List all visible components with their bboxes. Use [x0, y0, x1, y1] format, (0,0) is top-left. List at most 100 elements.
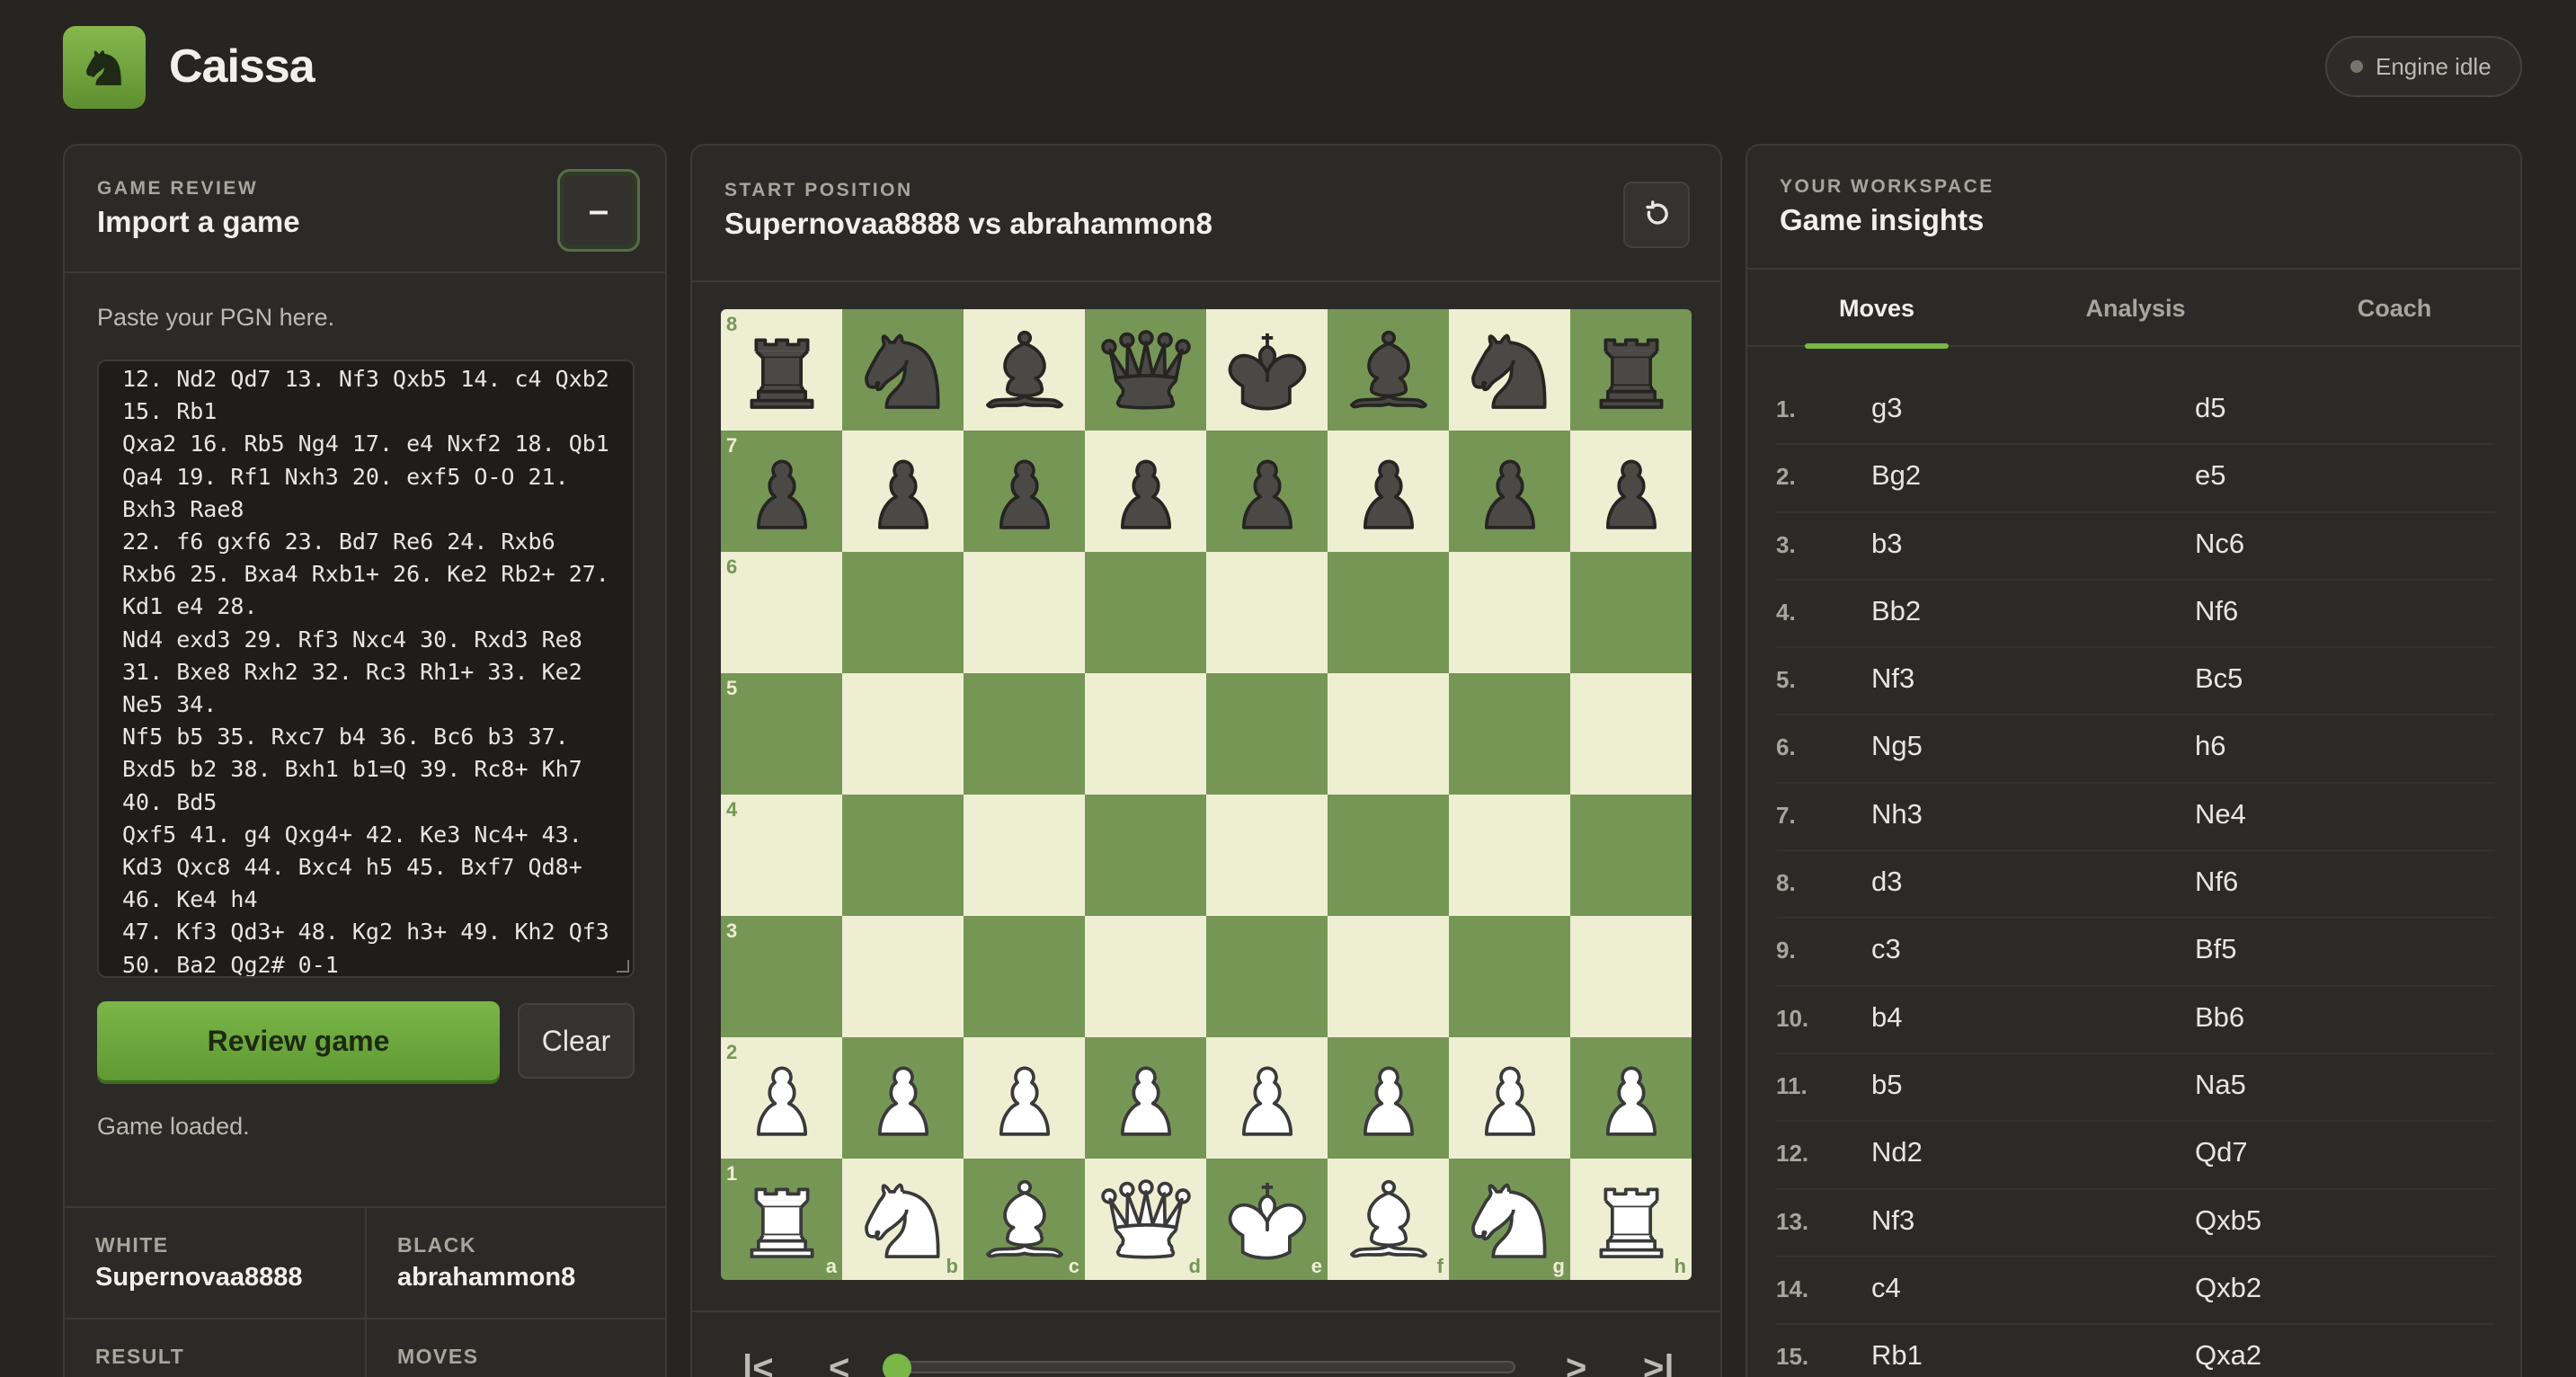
- black-move[interactable]: Qxa2: [2195, 1339, 2261, 1372]
- square-a4[interactable]: 4: [721, 795, 842, 916]
- resize-handle-icon[interactable]: [617, 960, 629, 973]
- white-move[interactable]: Nf3: [1871, 1204, 1914, 1237]
- black-move[interactable]: d5: [2195, 392, 2225, 424]
- square-c5[interactable]: [964, 673, 1085, 795]
- knight-logo-icon[interactable]: [63, 26, 146, 109]
- square-d4[interactable]: [1085, 795, 1206, 916]
- black-pawn-icon[interactable]: [732, 441, 832, 542]
- white-move[interactable]: c4: [1871, 1272, 1901, 1304]
- black-bishop-icon[interactable]: [1338, 320, 1439, 421]
- black-move[interactable]: Bc5: [2195, 662, 2243, 695]
- square-a7[interactable]: 7: [721, 431, 842, 552]
- square-f5[interactable]: [1328, 673, 1449, 795]
- white-pawn-icon[interactable]: [1460, 1048, 1560, 1149]
- square-a6[interactable]: 6: [721, 552, 842, 673]
- square-d1[interactable]: d: [1085, 1159, 1206, 1280]
- square-b1[interactable]: b: [842, 1159, 964, 1280]
- black-pawn-icon[interactable]: [853, 441, 954, 542]
- black-pawn-icon[interactable]: [1460, 441, 1560, 542]
- first-move-button[interactable]: |<: [742, 1348, 774, 1377]
- square-b2[interactable]: [842, 1037, 964, 1159]
- square-h1[interactable]: h: [1570, 1159, 1692, 1280]
- white-pawn-icon[interactable]: [1338, 1048, 1439, 1149]
- black-pawn-icon[interactable]: [974, 441, 1075, 542]
- tab-moves[interactable]: Moves: [1747, 270, 2006, 349]
- slider-thumb[interactable]: [883, 1354, 911, 1377]
- square-e2[interactable]: [1206, 1037, 1328, 1159]
- square-f6[interactable]: [1328, 552, 1449, 673]
- square-c3[interactable]: [964, 916, 1085, 1037]
- square-c8[interactable]: [964, 309, 1085, 431]
- square-e8[interactable]: [1206, 309, 1328, 431]
- square-b4[interactable]: [842, 795, 964, 916]
- square-f8[interactable]: [1328, 309, 1449, 431]
- white-bishop-icon[interactable]: [1338, 1169, 1439, 1270]
- black-king-icon[interactable]: [1217, 320, 1318, 421]
- black-move[interactable]: Nf6: [2195, 866, 2238, 898]
- black-pawn-icon[interactable]: [1581, 441, 1682, 542]
- white-move[interactable]: d3: [1871, 866, 1902, 898]
- square-a5[interactable]: 5: [721, 673, 842, 795]
- square-c1[interactable]: c: [964, 1159, 1085, 1280]
- black-move[interactable]: Ne4: [2195, 798, 2246, 831]
- square-d3[interactable]: [1085, 916, 1206, 1037]
- square-b8[interactable]: [842, 309, 964, 431]
- white-knight-icon[interactable]: [853, 1169, 954, 1270]
- black-pawn-icon[interactable]: [1217, 441, 1318, 542]
- square-h3[interactable]: [1570, 916, 1692, 1037]
- square-c4[interactable]: [964, 795, 1085, 916]
- black-move[interactable]: Nc6: [2195, 528, 2244, 560]
- square-a8[interactable]: 8: [721, 309, 842, 431]
- square-h2[interactable]: [1570, 1037, 1692, 1159]
- move-slider[interactable]: [883, 1354, 1515, 1377]
- white-move[interactable]: Bb2: [1871, 595, 1921, 627]
- square-f3[interactable]: [1328, 916, 1449, 1037]
- review-game-button[interactable]: Review game: [97, 1001, 500, 1080]
- square-e3[interactable]: [1206, 916, 1328, 1037]
- square-f4[interactable]: [1328, 795, 1449, 916]
- square-a3[interactable]: 3: [721, 916, 842, 1037]
- square-g1[interactable]: g: [1449, 1159, 1570, 1280]
- square-f2[interactable]: [1328, 1037, 1449, 1159]
- black-rook-icon[interactable]: [732, 320, 832, 421]
- square-h4[interactable]: [1570, 795, 1692, 916]
- white-move[interactable]: b4: [1871, 1001, 1902, 1034]
- white-move[interactable]: Rb1: [1871, 1339, 1923, 1372]
- white-move[interactable]: Bg2: [1871, 459, 1921, 492]
- square-c7[interactable]: [964, 431, 1085, 552]
- reset-board-button[interactable]: [1623, 182, 1690, 248]
- black-rook-icon[interactable]: [1581, 320, 1682, 421]
- white-knight-icon[interactable]: [1460, 1169, 1560, 1270]
- square-d8[interactable]: [1085, 309, 1206, 431]
- white-bishop-icon[interactable]: [974, 1169, 1075, 1270]
- white-move[interactable]: b3: [1871, 528, 1902, 560]
- square-h6[interactable]: [1570, 552, 1692, 673]
- square-g5[interactable]: [1449, 673, 1570, 795]
- prev-move-button[interactable]: <: [829, 1348, 849, 1377]
- black-queen-icon[interactable]: [1096, 320, 1196, 421]
- white-pawn-icon[interactable]: [732, 1048, 832, 1149]
- white-move[interactable]: Nf3: [1871, 662, 1914, 695]
- black-pawn-icon[interactable]: [1096, 441, 1196, 542]
- square-h7[interactable]: [1570, 431, 1692, 552]
- square-d5[interactable]: [1085, 673, 1206, 795]
- square-g4[interactable]: [1449, 795, 1570, 916]
- white-move[interactable]: Ng5: [1871, 730, 1923, 762]
- black-knight-icon[interactable]: [853, 320, 954, 421]
- square-g2[interactable]: [1449, 1037, 1570, 1159]
- square-d7[interactable]: [1085, 431, 1206, 552]
- square-c2[interactable]: [964, 1037, 1085, 1159]
- tab-coach[interactable]: Coach: [2265, 270, 2520, 347]
- square-d6[interactable]: [1085, 552, 1206, 673]
- chess-board[interactable]: 87654321abcdefgh: [721, 309, 1692, 1280]
- pgn-textarea[interactable]: 12. Nd2 Qd7 13. Nf3 Qxb5 14. c4 Qxb2 15.…: [97, 360, 635, 978]
- square-b6[interactable]: [842, 552, 964, 673]
- square-e1[interactable]: e: [1206, 1159, 1328, 1280]
- last-move-button[interactable]: >|: [1643, 1348, 1674, 1377]
- square-g6[interactable]: [1449, 552, 1570, 673]
- square-f7[interactable]: [1328, 431, 1449, 552]
- black-bishop-icon[interactable]: [974, 320, 1075, 421]
- square-h5[interactable]: [1570, 673, 1692, 795]
- white-rook-icon[interactable]: [732, 1169, 832, 1270]
- square-g3[interactable]: [1449, 916, 1570, 1037]
